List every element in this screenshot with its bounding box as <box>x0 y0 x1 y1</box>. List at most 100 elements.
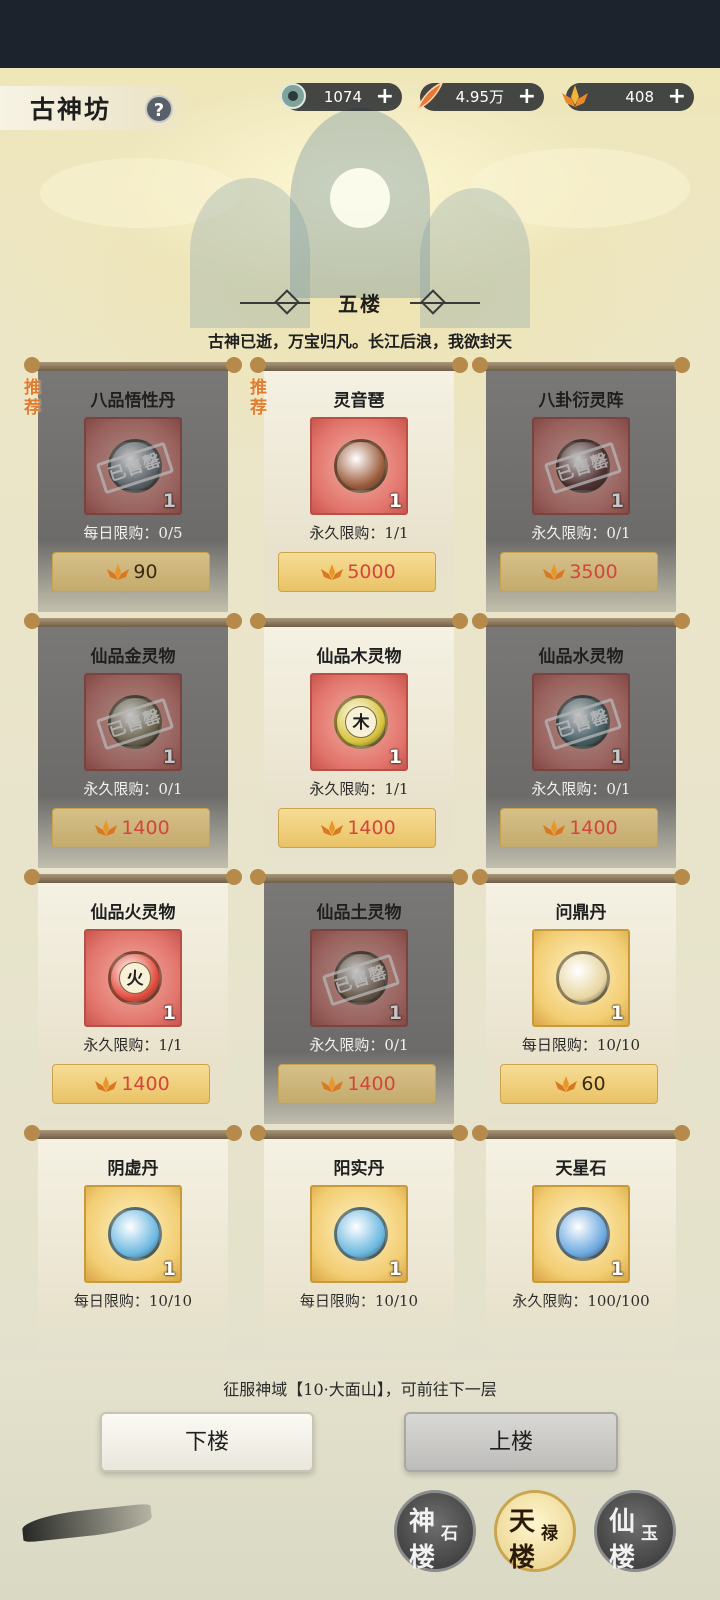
item-icon-box[interactable]: 1 <box>310 1185 408 1283</box>
buy-button[interactable]: 1400 <box>52 808 210 848</box>
currency-jade-value: 1074 <box>323 88 362 106</box>
shop-item-card[interactable]: 推荐 八品悟性丹 已售罄 1 每日限购：0/5 90 <box>24 357 242 612</box>
tower-char-bottom: 楼 <box>509 1543 536 1573</box>
shop-item-card[interactable]: 八卦衍灵阵已售罄 1 永久限购：0/1 3500 <box>472 357 690 612</box>
item-quantity: 1 <box>162 490 176 512</box>
item-quantity: 1 <box>610 1258 624 1280</box>
item-name: 八卦衍灵阵 <box>538 391 624 411</box>
lotus-icon <box>95 1076 118 1092</box>
item-name: 问鼎丹 <box>555 903 607 923</box>
shop-item-card[interactable]: 仙品水灵物 已售罄 1 永久限购：0/1 1400 <box>472 613 690 868</box>
item-name: 八品悟性丹 <box>90 391 176 411</box>
buy-button[interactable]: 90 <box>52 552 210 592</box>
shop-item-card[interactable]: 仙品木灵物木 1 永久限购：1/1 1400 <box>250 613 468 868</box>
shop-item-card[interactable]: 仙品火灵物火 1 永久限购：1/1 1400 <box>24 869 242 1124</box>
currency-feather-add-button[interactable]: + <box>518 83 536 111</box>
item-quantity: 1 <box>388 490 402 512</box>
item-icon-box[interactable]: 火1 <box>84 929 182 1027</box>
tower-button-xian-yu[interactable]: 仙玉楼 <box>594 1490 676 1573</box>
item-icon-box[interactable]: 已售罄 1 <box>532 673 630 771</box>
floor-title: 五楼 <box>338 292 382 316</box>
item-icon-box[interactable]: 1 <box>310 417 408 515</box>
item-quantity: 1 <box>162 1002 176 1024</box>
item-name: 仙品火灵物 <box>90 903 176 923</box>
item-icon-box[interactable]: 1 <box>532 929 630 1027</box>
item-name: 阳实丹 <box>333 1159 385 1179</box>
item-icon-box[interactable]: 1 <box>84 1185 182 1283</box>
item-name: 仙品水灵物 <box>538 647 624 667</box>
buy-button[interactable]: 5000 <box>278 552 436 592</box>
lotus-icon <box>95 820 118 836</box>
scroll-rod <box>250 613 468 629</box>
scroll-rod <box>250 869 468 885</box>
scroll-rod <box>250 357 468 373</box>
tower-char-main: 仙 <box>609 1507 636 1537</box>
currency-lotus-value: 408 <box>625 88 654 106</box>
currency-jade-add-button[interactable]: + <box>376 83 394 111</box>
price-value: 60 <box>581 1073 606 1095</box>
currency-lotus: 408 + <box>562 83 694 111</box>
item-icon-box[interactable]: 已售罄 1 <box>84 417 182 515</box>
scroll-rod <box>24 613 242 629</box>
buy-button[interactable]: 1400 <box>278 808 436 848</box>
shop-item-card[interactable]: 仙品金灵物 已售罄 1 永久限购：0/1 1400 <box>24 613 242 868</box>
item-quantity: 1 <box>610 746 624 768</box>
go-down-button[interactable]: 下楼 <box>100 1412 314 1472</box>
jade-token-icon <box>280 83 306 109</box>
buy-button[interactable]: 1400 <box>52 1064 210 1104</box>
price-value: 1400 <box>347 1073 396 1095</box>
scroll-rod <box>250 1125 468 1141</box>
shop-item-card[interactable]: 仙品土灵物已售罄 1 永久限购：0/1 1400 <box>250 869 468 1124</box>
next-floor-requirement: 征服神域【10·大面山】，可前往下一层 <box>223 1380 497 1399</box>
tower-char-bottom: 楼 <box>609 1543 636 1573</box>
price-value: 1400 <box>121 817 170 839</box>
item-name: 仙品土灵物 <box>316 903 402 923</box>
tower-char-main: 神 <box>409 1507 436 1537</box>
item-orb-icon <box>334 439 388 493</box>
lotus-icon <box>321 564 344 580</box>
help-icon[interactable]: ? <box>145 95 173 123</box>
purchase-limit: 永久限购：0/1 <box>83 780 183 798</box>
item-icon-box[interactable]: 已售罄 1 <box>84 673 182 771</box>
item-icon-box[interactable]: 木1 <box>310 673 408 771</box>
go-up-button[interactable]: 上楼 <box>404 1412 618 1472</box>
item-icon-box[interactable]: 1 <box>532 1185 630 1283</box>
price-value: 1400 <box>569 817 618 839</box>
item-name: 仙品木灵物 <box>316 647 402 667</box>
shop-item-card[interactable]: 推荐 灵音琶 1 永久限购：1/1 5000 <box>250 357 468 612</box>
grid-fade <box>0 1300 720 1360</box>
item-quantity: 1 <box>388 746 402 768</box>
tower-button-tian-lu[interactable]: 天禄楼 <box>494 1490 576 1573</box>
item-orb-icon <box>334 1207 388 1261</box>
scroll-rod <box>472 357 690 373</box>
buy-button[interactable]: 1400 <box>500 808 658 848</box>
element-char: 木 <box>345 706 377 738</box>
item-orb-icon <box>556 1207 610 1261</box>
shop-item-card[interactable]: 问鼎丹 1 每日限购：10/10 60 <box>472 869 690 1124</box>
item-name: 阴虚丹 <box>107 1159 159 1179</box>
buy-button[interactable]: 60 <box>500 1064 658 1104</box>
price-value: 90 <box>133 561 158 583</box>
scroll-rod <box>472 613 690 629</box>
scroll-rod <box>24 869 242 885</box>
currency-lotus-add-button[interactable]: + <box>668 83 686 111</box>
item-icon-box[interactable]: 已售罄 1 <box>532 417 630 515</box>
ornament-right <box>410 302 480 304</box>
floor-description: 古神已逝，万宝归凡。长江后浪，我欲封天 <box>207 332 512 351</box>
purchase-limit: 永久限购：0/1 <box>309 1036 409 1054</box>
lotus-icon <box>321 820 344 836</box>
lotus-icon <box>321 1076 344 1092</box>
tower-char-sub: 石 <box>441 1524 458 1544</box>
lotus-icon <box>543 564 566 580</box>
item-orb-icon <box>556 951 610 1005</box>
tower-button-shen-shi[interactable]: 神石楼 <box>394 1490 476 1573</box>
item-quantity: 1 <box>162 1258 176 1280</box>
item-quantity: 1 <box>388 1002 402 1024</box>
purchase-limit: 永久限购：1/1 <box>309 524 409 542</box>
buy-button[interactable]: 1400 <box>278 1064 436 1104</box>
scroll-rod <box>24 1125 242 1141</box>
item-quantity: 1 <box>162 746 176 768</box>
item-icon-box[interactable]: 已售罄 1 <box>310 929 408 1027</box>
buy-button[interactable]: 3500 <box>500 552 658 592</box>
purchase-limit: 永久限购：0/1 <box>531 524 631 542</box>
